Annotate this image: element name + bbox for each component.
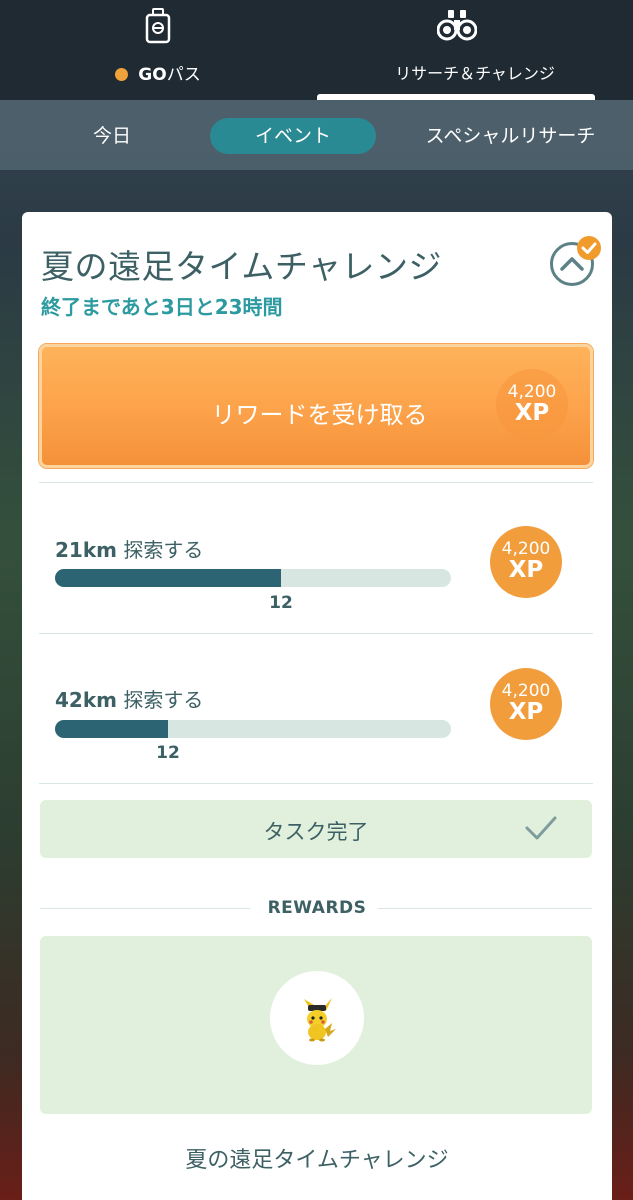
notification-dot: [115, 68, 129, 81]
claim-xp-badge: 4,200 XP: [496, 369, 568, 441]
task-progress-fill: [55, 569, 281, 587]
task-label: 21km 探索する: [55, 538, 204, 562]
task-complete-label: タスク完了: [263, 820, 369, 844]
challenge-title: 夏の遠足タイムチャレンジ: [41, 247, 443, 286]
top-tab-bar: GOパス リサーチ＆チャレンジ: [0, 0, 633, 100]
rewards-divider-right: [378, 908, 592, 909]
xp-amount: 4,200: [501, 681, 551, 701]
tab-special-research[interactable]: スペシャルリサーチ: [408, 118, 613, 154]
task-xp-badge: 4,200 XP: [490, 526, 562, 598]
tab-research-challenge-label: リサーチ＆チャレンジ: [395, 64, 555, 83]
pikachu-icon: [304, 998, 336, 1042]
task-progress-fill: [55, 720, 168, 738]
time-remaining: 終了まであと3日と23時間: [41, 295, 283, 319]
xp-unit: XP: [514, 400, 550, 426]
reward-box: [40, 936, 592, 1114]
task-complete-banner: タスク完了: [40, 800, 592, 858]
claim-reward-button[interactable]: リワードを受け取る 4,200 XP: [39, 344, 593, 468]
go-pass-icon: [145, 8, 171, 48]
tab-go-pass-label: GOパス: [0, 60, 316, 85]
tab-go-pass[interactable]: GOパス: [0, 0, 316, 100]
xp-amount: 4,200: [501, 539, 551, 559]
task-xp-badge: 4,200 XP: [490, 668, 562, 740]
divider: [39, 783, 593, 784]
task-progress-value: 12: [156, 743, 180, 763]
task-label: 42km 探索する: [55, 688, 204, 712]
reward-item[interactable]: [270, 971, 364, 1065]
tab-today[interactable]: 今日: [68, 118, 156, 154]
tab-event[interactable]: イベント: [210, 118, 376, 154]
task-progress-bar: [55, 569, 451, 587]
challenge-card: 夏の遠足タイムチャレンジ 終了まであと3日と23時間 リワードを受け取る 4,2…: [22, 212, 612, 1200]
binoculars-icon: [436, 8, 478, 46]
task-progress-value: 12: [269, 593, 293, 613]
divider: [39, 482, 593, 483]
divider: [39, 633, 593, 634]
tab-research-challenge[interactable]: リサーチ＆チャレンジ: [317, 0, 633, 100]
task-progress-bar: [55, 720, 451, 738]
reward-title: 夏の遠足タイムチャレンジ: [185, 1148, 449, 1173]
completed-badge-icon: [577, 236, 601, 260]
xp-unit: XP: [508, 699, 544, 725]
sub-tab-bar: 今日 イベント スペシャルリサーチ: [0, 100, 633, 170]
xp-unit: XP: [508, 557, 544, 583]
checkmark-icon: [524, 814, 558, 846]
xp-amount: 4,200: [507, 382, 557, 402]
